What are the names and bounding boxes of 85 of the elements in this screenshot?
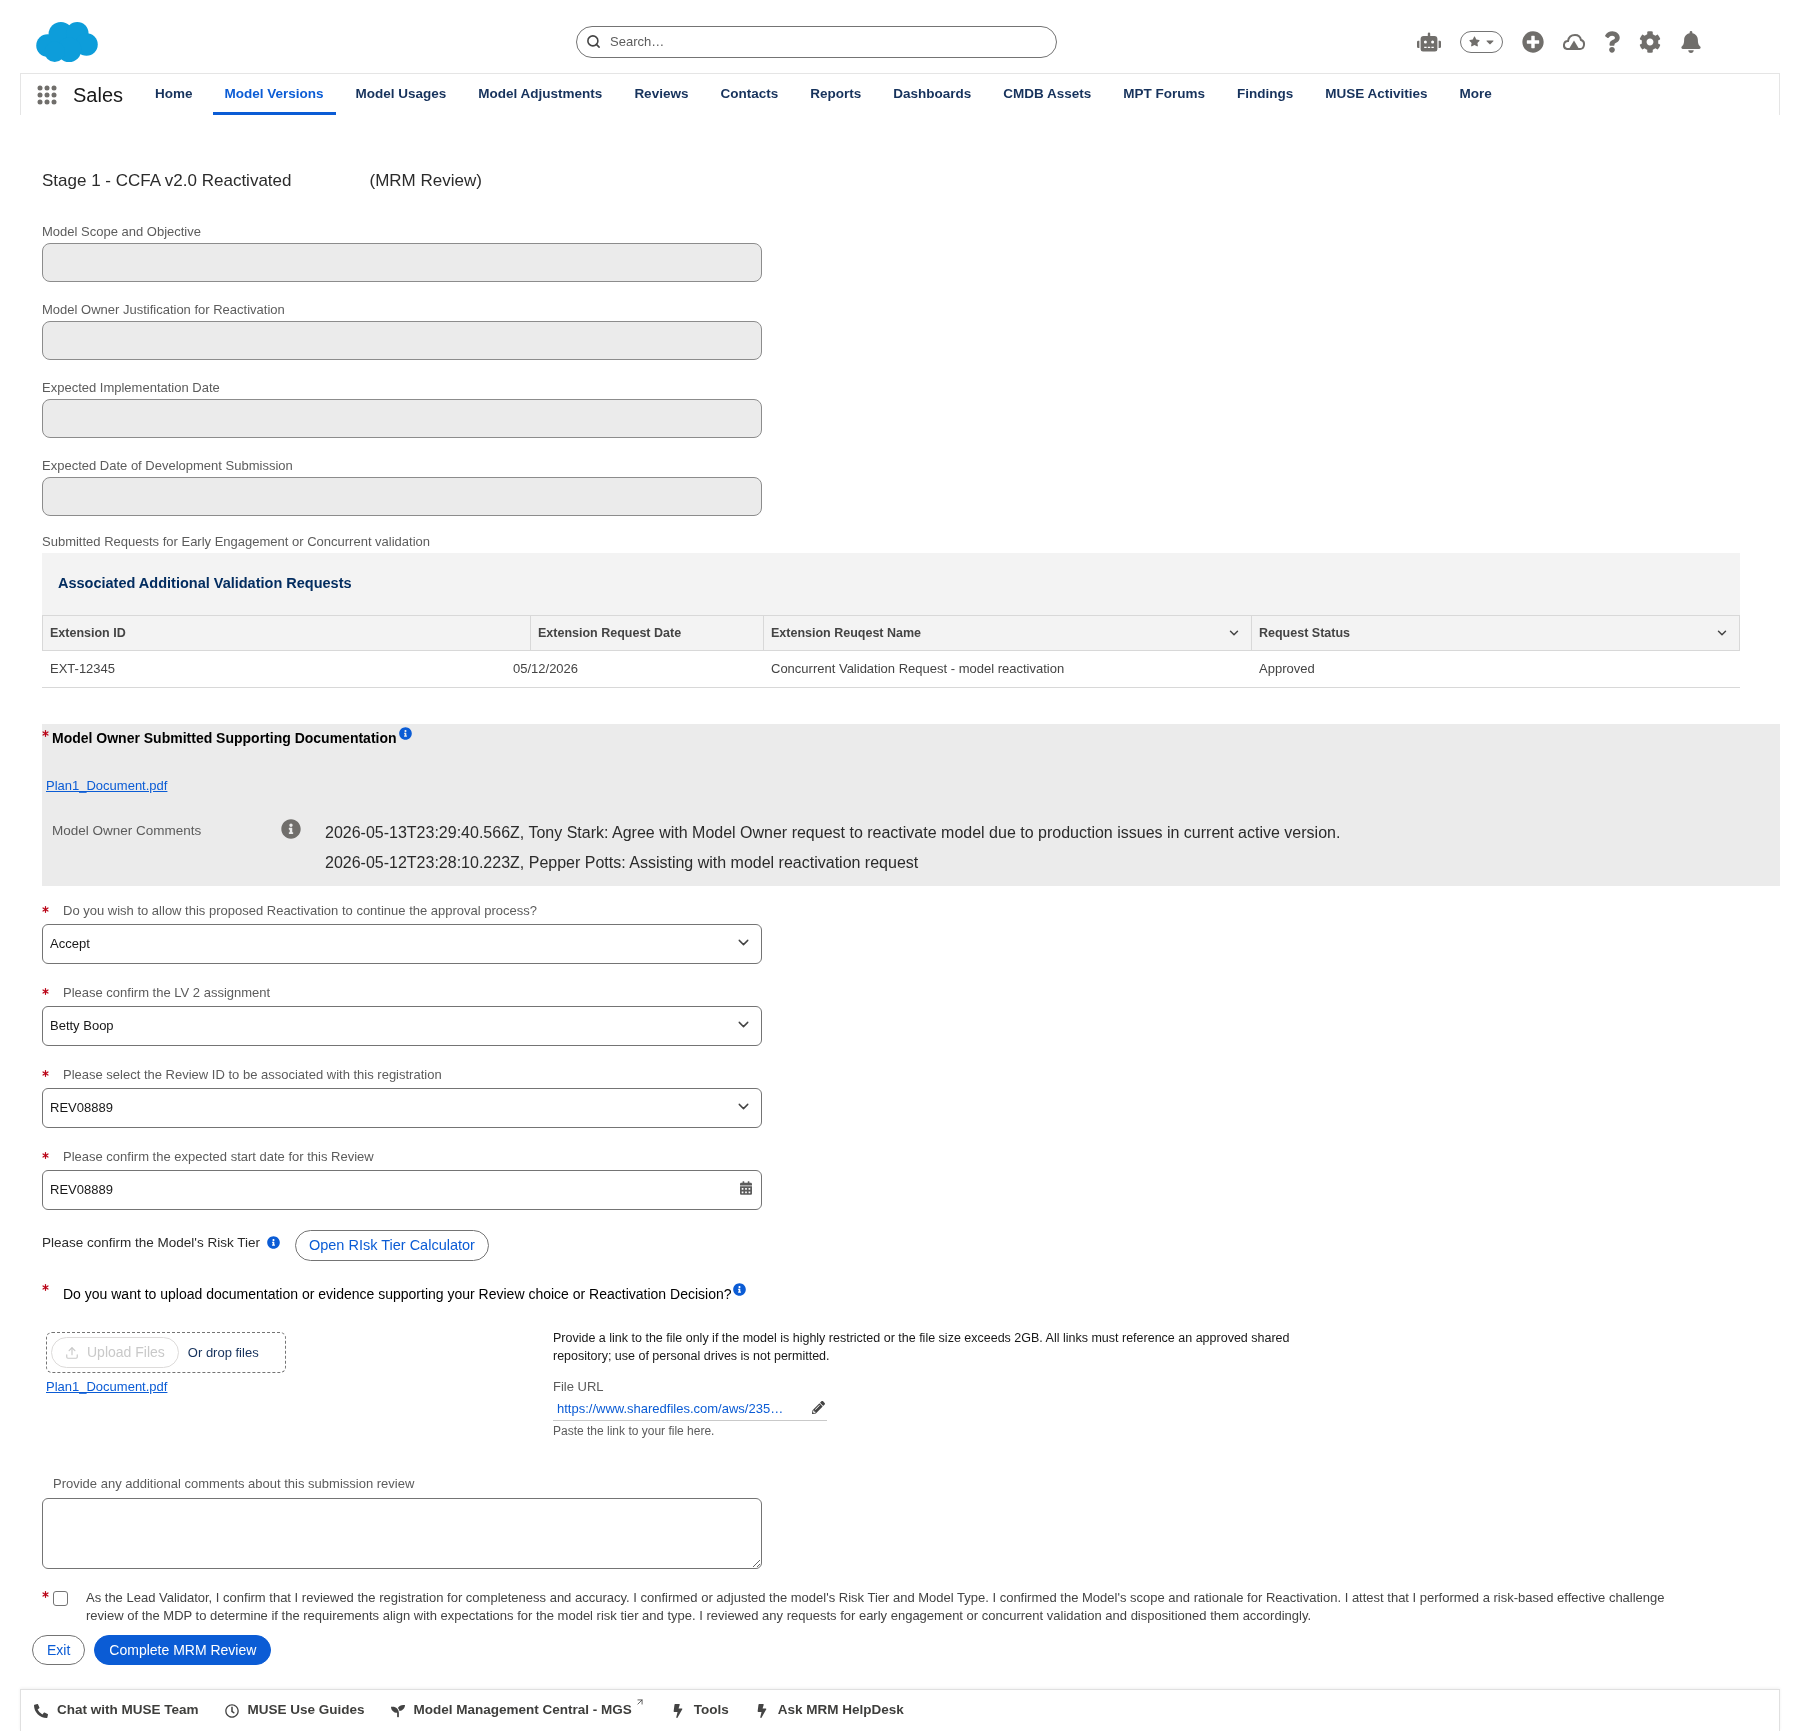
nav-tab[interactable]: Home [143, 74, 205, 115]
pencil-icon[interactable] [812, 1401, 825, 1414]
footer-link[interactable]: Ask MRM HelpDesk [754, 1700, 904, 1721]
field-label: Model Owner Justification for Reactivation [42, 302, 285, 318]
nav-tab[interactable]: MPT Forums [1111, 74, 1218, 115]
help-icon[interactable] [1604, 30, 1620, 53]
external-link-icon [634, 1696, 645, 1707]
section-label: Submitted Requests for Early Engagement or Concurrent validation [42, 534, 431, 550]
url-field[interactable]: https://www.sharedfiles.com/aws/235… [553, 1398, 827, 1421]
footer-link[interactable]: MUSE Use Guides [224, 1700, 365, 1721]
table-cell-text: EXT-12345 [50, 660, 116, 679]
comments-textarea[interactable] [42, 1498, 762, 1569]
column-title: Extension Request Date [538, 624, 682, 642]
table-cell-text: Approved [1259, 660, 1315, 679]
nav-tab[interactable]: Contacts [708, 74, 791, 115]
question-label: Please select the Review ID to be associated with this registration [63, 1067, 442, 1083]
search-field[interactable]: Search… [576, 25, 1057, 58]
attestation-text: As the Lead Validator, I confirm that I reviewed the registration for completeness and accuracy. I confirmed or adjusted the model's Risk Tier and Model Type. I confirmed the Model's scope and rationale for Reactivation. I attest that I performed a risk-based effective challenge review of the MDP to determine if the requirements align with expectations for the model risk tier and type. I reviewed any requests for early engagement or concurrent validation and dispositioned them accordingly. [86, 1589, 1666, 1625]
grid-dots-icon[interactable] [37, 84, 57, 105]
column-title: Request Status [1259, 624, 1350, 642]
upload-question: Do you want to upload documentation or evidence supporting your Review choice or Reactivation Decision? [63, 1285, 732, 1303]
seedling-icon [390, 1703, 405, 1718]
attestation-checkbox[interactable] [53, 1591, 68, 1606]
field-label: Model Scope and Objective [42, 224, 201, 240]
select-field[interactable]: REV08889 [42, 1088, 762, 1128]
question-label: Please confirm the LV 2 assignment [63, 985, 271, 1001]
footer-link[interactable]: Chat with MUSE Team [34, 1700, 199, 1721]
calendar-icon[interactable] [740, 1181, 752, 1195]
select-field[interactable]: Accept [42, 924, 762, 964]
info-icon[interactable] [281, 819, 301, 839]
table-cell-text: 05/12/2026 [513, 660, 579, 679]
section-title: Model Owner Submitted Supporting Documentation [52, 729, 397, 747]
risk-tier-label: Please confirm the Model's Risk Tier [42, 1234, 260, 1253]
nav-tab[interactable]: Model Adjustments [466, 74, 615, 115]
robot-icon[interactable] [1417, 30, 1441, 53]
field-label: Expected Implementation Date [42, 380, 220, 396]
upload-icon [65, 1345, 79, 1360]
nav-tab[interactable]: More [1447, 74, 1504, 115]
nav-tab[interactable]: Reviews [622, 74, 701, 115]
select-field[interactable]: Betty Boop [42, 1006, 762, 1046]
cloud-logo[interactable] [36, 21, 98, 62]
table-cell-text: Concurrent Validation Request - model reactivation [771, 660, 1065, 679]
table-title: Associated Additional Validation Requests [58, 574, 352, 594]
column-title: Extension Reuqest Name [771, 624, 922, 642]
nav-tab[interactable]: MUSE Activities [1313, 74, 1440, 115]
footer-link[interactable]: Tools [670, 1700, 729, 1721]
comment-text: 2026-05-13T23:29:40.566Z, Tony Stark: Agree with Model Owner request to reactivate model due to production issues in current active version. [325, 823, 1341, 843]
nav-tab[interactable]: Dashboards [881, 74, 984, 115]
search-icon [586, 33, 601, 49]
plus-icon[interactable] [1522, 30, 1544, 53]
star-icon [1468, 36, 1480, 47]
nav-tab[interactable]: Reports [798, 74, 874, 115]
primary-button[interactable]: Complete MRM Review [94, 1635, 272, 1665]
cloud-mountain-icon[interactable] [1563, 33, 1585, 50]
clock-icon [224, 1703, 239, 1718]
file-link[interactable]: Plan1_Document.pdf [46, 778, 168, 794]
info-icon[interactable] [732, 1283, 746, 1296]
settings-icon[interactable] [1639, 30, 1661, 53]
page-title: Stage 1 - CCFA v2.0 Reactivated [42, 170, 292, 193]
info-icon[interactable] [266, 1236, 280, 1249]
secondary-button[interactable]: Exit [32, 1635, 86, 1665]
nav-tab[interactable]: CMDB Assets [991, 74, 1104, 115]
question-label: Please confirm the expected start date for this Review [63, 1149, 374, 1165]
phone-icon [34, 1703, 48, 1718]
nav-tab[interactable]: Model Usages [343, 74, 459, 115]
drop-files-label: Or drop files [187, 1343, 259, 1362]
field-label: Provide any additional comments about this submission review [53, 1476, 415, 1492]
nav-tab[interactable]: Model Versions [212, 74, 336, 115]
comment-text: 2026-05-12T23:28:10.223Z, Pepper Potts: Assisting with model reactivation request [325, 853, 919, 873]
link-note: Provide a link to the file only if the model is highly restricted or the file size exceeds 2GB. All links must reference an approved shared repository; use of personal drives is not permitted. [553, 1330, 1291, 1365]
bell-icon[interactable] [1680, 30, 1702, 53]
info-icon[interactable] [398, 727, 412, 740]
column-title: Extension ID [50, 624, 126, 642]
date-field[interactable]: REV08889 [42, 1170, 762, 1210]
footer-link[interactable]: Model Management Central - MGS [390, 1700, 645, 1721]
risk-calculator-button[interactable]: Open RIsk Tier Calculator [294, 1230, 489, 1261]
nav-tab[interactable]: Findings [1225, 74, 1306, 115]
app-name: Sales [73, 82, 124, 108]
url-hint: Paste the link to your file here. [553, 1424, 715, 1439]
comments-label: Model Owner Comments [52, 823, 203, 839]
field-label: Expected Date of Development Submission [42, 458, 293, 474]
file-link[interactable]: Plan1_Document.pdf [46, 1379, 168, 1395]
page-subtitle: (MRM Review) [369, 170, 482, 193]
url-label: File URL [553, 1379, 604, 1395]
question-label: Do you wish to allow this proposed Reactivation to continue the approval process? [63, 903, 538, 919]
